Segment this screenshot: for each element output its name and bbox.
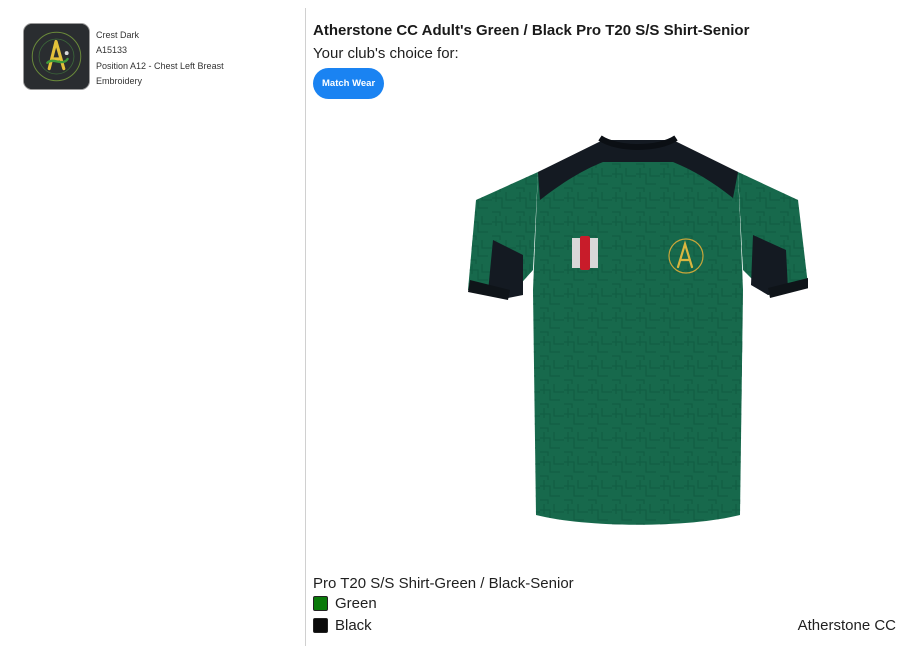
colour-option-black: Black — [313, 615, 372, 635]
cricket-shirt-icon — [468, 135, 808, 525]
crest-details: Crest Dark A15133 Position A12 - Chest L… — [96, 28, 224, 89]
match-wear-button[interactable]: Match Wear — [313, 68, 385, 99]
crest-code: A15133 — [96, 45, 128, 56]
product-panel: Atherstone CC Adult's Green / Black Pro … — [313, 0, 920, 650]
colour-label: Green — [335, 594, 377, 612]
club-name: Atherstone CC — [797, 617, 896, 634]
club-choice-label: Your club's choice for: — [313, 45, 459, 62]
crest-method: Embroidery — [96, 75, 143, 86]
crest-icon — [24, 24, 89, 89]
crest-name: Crest Dark — [96, 30, 140, 40]
green-swatch — [313, 595, 328, 611]
product-title: Atherstone CC Adult's Green / Black Pro … — [313, 22, 750, 39]
club-crest-logo — [23, 23, 90, 90]
colour-option-green: Green — [313, 593, 377, 613]
panel-divider — [305, 8, 306, 646]
product-variant-name: Pro T20 S/S Shirt-Green / Black-Senior — [313, 575, 574, 592]
crest-panel: Crest Dark A15133 Position A12 - Chest L… — [0, 0, 305, 650]
product-image — [468, 120, 808, 540]
black-swatch — [313, 617, 328, 633]
crest-position: Position A12 - Chest Left Breast — [96, 60, 224, 71]
colour-label: Black — [335, 616, 372, 634]
